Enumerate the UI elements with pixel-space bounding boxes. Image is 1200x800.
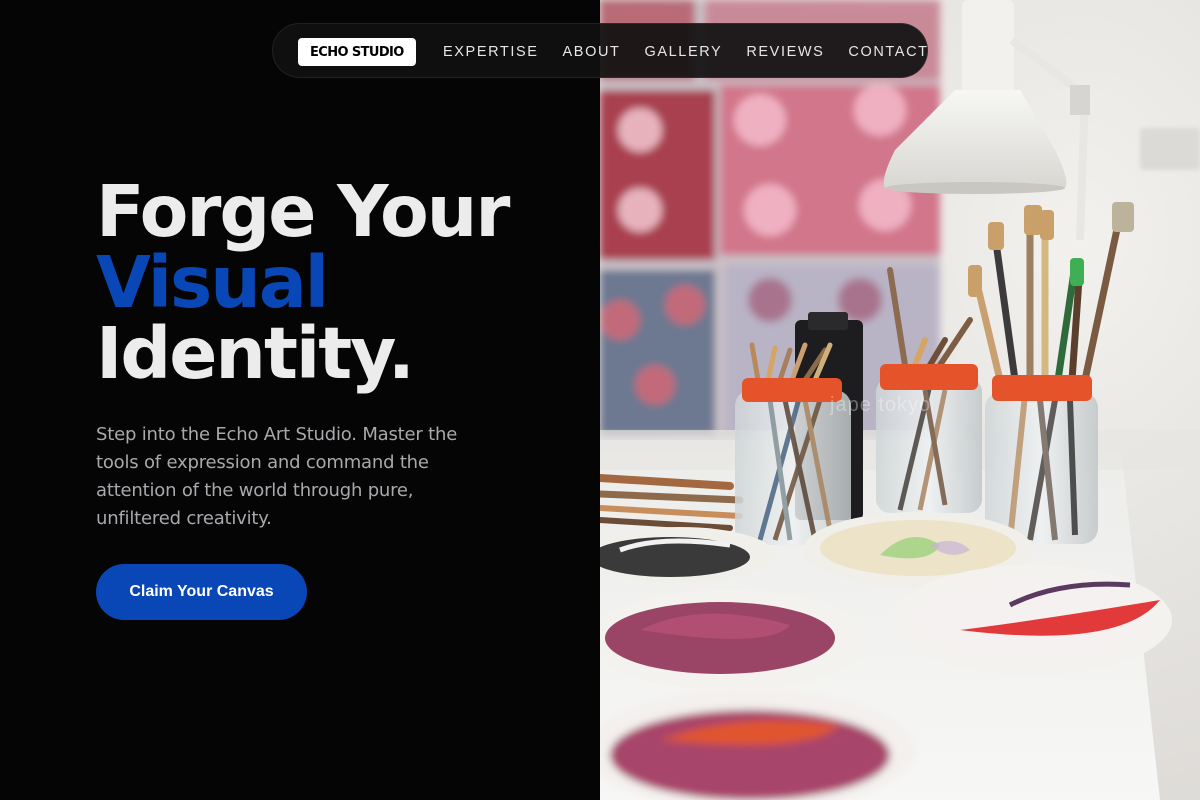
hero-title-line-3: Identity.	[96, 312, 415, 395]
nav-link-about[interactable]: ABOUT	[563, 44, 621, 60]
hero-description: Step into the Echo Art Studio. Master th…	[96, 424, 458, 529]
nav-link-reviews[interactable]: REVIEWS	[746, 44, 824, 60]
brand-logo[interactable]: ECHO STUDIO	[298, 38, 416, 66]
nav-link-contact[interactable]: CONTACT	[848, 44, 928, 60]
watermark-text: jape tokyo	[830, 394, 932, 416]
hero-title-accent: Visual	[96, 241, 329, 324]
nav-links: EXPERTISE ABOUT GALLERY REVIEWS CONTACT	[443, 24, 953, 79]
hero-panel	[0, 0, 600, 800]
top-navigation: ECHO STUDIO EXPERTISE ABOUT GALLERY REVI…	[272, 23, 928, 78]
hero-title-line-1: Forge Your	[96, 170, 510, 253]
nav-link-gallery[interactable]: GALLERY	[644, 44, 722, 60]
nav-link-expertise[interactable]: EXPERTISE	[443, 44, 539, 60]
claim-canvas-button[interactable]: Claim Your Canvas	[96, 564, 307, 620]
hero-title: Forge Your Visual Identity.	[96, 170, 510, 395]
